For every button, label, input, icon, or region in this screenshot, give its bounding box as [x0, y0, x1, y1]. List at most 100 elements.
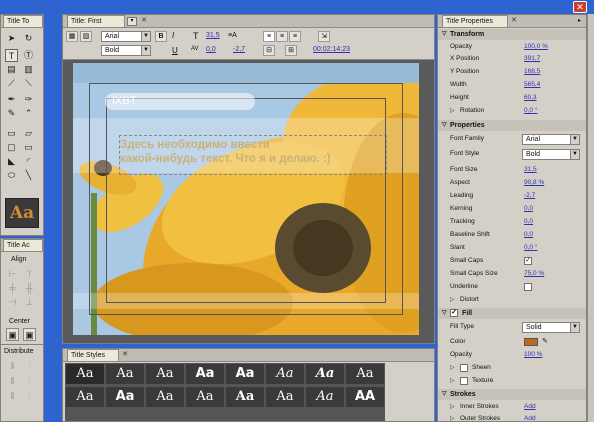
eyedropper-icon[interactable]: ✎ — [542, 336, 548, 348]
fill-checkbox[interactable]: ✓ — [450, 309, 458, 317]
property-value[interactable]: 100 % — [524, 349, 542, 361]
style-swatch[interactable]: Aa — [305, 363, 345, 385]
style-swatch[interactable]: AA — [345, 386, 385, 408]
header-text-box[interactable]: IXBT — [105, 93, 255, 110]
property-value[interactable]: 90,8 % — [524, 177, 544, 189]
add-inner-stroke-link[interactable]: Add — [524, 401, 536, 413]
distribute-top-icon[interactable]: ⫶ — [23, 360, 36, 373]
align-text-left-icon[interactable]: ≡ — [263, 31, 275, 42]
title-canvas[interactable]: IXBT Здесь необходимо ввести какой-нибуд… — [73, 63, 419, 335]
tab-stops-icon[interactable]: ⊟ — [263, 45, 275, 56]
clipped-rectangle-tool-icon[interactable]: ▱ — [22, 127, 35, 140]
bold-button[interactable]: B — [155, 31, 167, 42]
chevron-right-icon[interactable]: ▷ — [450, 401, 455, 413]
chevron-right-icon[interactable]: ▷ — [450, 362, 455, 374]
center-horizontal-icon[interactable]: ▣ — [6, 328, 19, 341]
chevron-right-icon[interactable]: ▷ — [450, 294, 455, 306]
pen-tool-icon[interactable]: ✒ — [5, 93, 18, 106]
sheen-checkbox[interactable] — [460, 364, 468, 372]
close-icon[interactable]: ✕ — [573, 1, 587, 13]
fill-section-header[interactable]: ▽ ✓ Fill — [438, 308, 586, 319]
ellipse-tool-icon[interactable]: ⬭ — [5, 169, 18, 182]
transform-section-header[interactable]: ▽ Transform — [438, 29, 586, 40]
close-icon[interactable]: ✕ — [510, 17, 518, 25]
strokes-section-header[interactable]: ▽ Strokes — [438, 389, 586, 400]
path-type-tool-icon[interactable]: ⟋ — [5, 77, 18, 90]
property-value[interactable]: 565,4 — [524, 79, 540, 91]
style-swatch[interactable]: Aa — [145, 386, 185, 408]
style-swatch[interactable]: Aa — [225, 363, 265, 385]
style-swatch[interactable]: Aa — [185, 363, 225, 385]
style-swatch[interactable]: Aa — [65, 386, 105, 408]
font-size-value[interactable]: 31,5 — [206, 32, 220, 39]
underline-checkbox[interactable] — [524, 283, 532, 291]
fill-color-swatch[interactable] — [524, 338, 538, 346]
texture-checkbox[interactable] — [460, 377, 468, 385]
font-style-dropdown[interactable]: Bold ▼ — [101, 45, 151, 56]
leading-value[interactable]: -2,7 — [233, 46, 245, 53]
align-text-center-icon[interactable]: ≡ — [276, 31, 288, 42]
tab-menu-icon[interactable]: ▾ — [127, 17, 137, 26]
style-swatch[interactable]: Aa — [65, 363, 105, 385]
line-tool-icon[interactable]: ╲ — [22, 169, 35, 182]
tab-title-actions[interactable]: Title Ac — [3, 239, 43, 251]
templates-icon[interactable]: ⊞ — [285, 45, 297, 56]
align-center-h-icon[interactable]: ╪ — [6, 282, 19, 295]
show-background-icon[interactable]: ▨ — [80, 31, 92, 42]
font-family-dropdown[interactable]: Arial ▼ — [101, 31, 151, 42]
timecode-value[interactable]: 00:02:14:23 — [313, 46, 350, 53]
style-swatch[interactable]: Aa — [265, 363, 305, 385]
style-swatch[interactable]: Aa — [225, 386, 265, 408]
distribute-bottom-icon[interactable]: ⫶ — [23, 390, 36, 403]
rounded-corner-rectangle-tool-icon[interactable]: ▭ — [22, 141, 35, 154]
close-icon[interactable]: ✕ — [140, 17, 148, 25]
add-outer-stroke-link[interactable]: Add — [524, 413, 536, 421]
underline-button[interactable]: U — [172, 46, 178, 55]
area-type-tool-icon[interactable]: ▤ — [5, 63, 18, 76]
convert-anchor-tool-icon[interactable]: ⌃ — [22, 107, 35, 120]
property-value[interactable]: 0,0 — [524, 216, 533, 228]
style-swatch[interactable]: Aa — [265, 386, 305, 408]
show-video-icon[interactable]: ⇲ — [318, 31, 330, 42]
property-value[interactable]: 391,7 — [524, 53, 540, 65]
tab-title-first[interactable]: Title: First — [67, 15, 125, 27]
style-swatch[interactable]: Aa — [145, 363, 185, 385]
close-icon[interactable]: ✕ — [121, 351, 129, 359]
distribute-center-icon[interactable]: ⫴ — [6, 375, 19, 388]
property-value[interactable]: 75,0 % — [524, 268, 544, 280]
panel-menu-icon[interactable]: ▸ — [578, 17, 581, 24]
align-left-icon[interactable]: ⊢ — [6, 268, 19, 281]
wedge-tool-icon[interactable]: ◣ — [5, 155, 18, 168]
rectangle-tool-icon[interactable]: ▭ — [5, 127, 18, 140]
arc-tool-icon[interactable]: ◜ — [22, 155, 35, 168]
italic-button[interactable]: I — [172, 31, 174, 40]
property-value[interactable]: 0,0 — [524, 229, 533, 241]
rotate-tool-icon[interactable]: ↻ — [22, 32, 35, 45]
main-text-box[interactable]: Здесь необходимо ввести какой-нибудь тек… — [119, 135, 387, 175]
property-value[interactable]: -2,7 — [524, 190, 535, 202]
property-value[interactable]: 100,0 % — [524, 41, 548, 53]
property-value[interactable]: 0,0 ° — [524, 105, 537, 117]
style-swatch[interactable]: Aa — [305, 386, 345, 408]
align-top-icon[interactable]: ⊤ — [23, 268, 36, 281]
property-value[interactable]: 0,0 ° — [524, 242, 537, 254]
chevron-right-icon[interactable]: ▷ — [450, 105, 455, 117]
align-right-icon[interactable]: ⊣ — [6, 296, 19, 309]
selection-tool-icon[interactable]: ➤ — [5, 32, 18, 45]
style-swatch[interactable]: Aa — [345, 363, 385, 385]
scrollbar[interactable] — [587, 14, 594, 422]
kerning-value[interactable]: 0,0 — [206, 46, 216, 53]
align-text-right-icon[interactable]: ≡ — [289, 31, 301, 42]
style-swatch[interactable]: Aa — [105, 363, 145, 385]
distribute-left-icon[interactable]: ⫴ — [6, 360, 19, 373]
align-bottom-icon[interactable]: ⊥ — [23, 296, 36, 309]
new-title-icon[interactable]: ▦ — [66, 31, 78, 42]
distribute-right-icon[interactable]: ⫴ — [6, 390, 19, 403]
type-tool-icon[interactable]: T — [5, 49, 18, 62]
center-vertical-icon[interactable]: ▣ — [23, 328, 36, 341]
property-value[interactable]: 31,5 — [524, 164, 537, 176]
fill-type-dropdown[interactable]: Solid ▼ — [522, 322, 580, 333]
chevron-right-icon[interactable]: ▷ — [450, 375, 455, 387]
vertical-path-type-tool-icon[interactable]: ⟍ — [22, 77, 35, 90]
font-style-dropdown[interactable]: Bold ▼ — [522, 149, 580, 160]
